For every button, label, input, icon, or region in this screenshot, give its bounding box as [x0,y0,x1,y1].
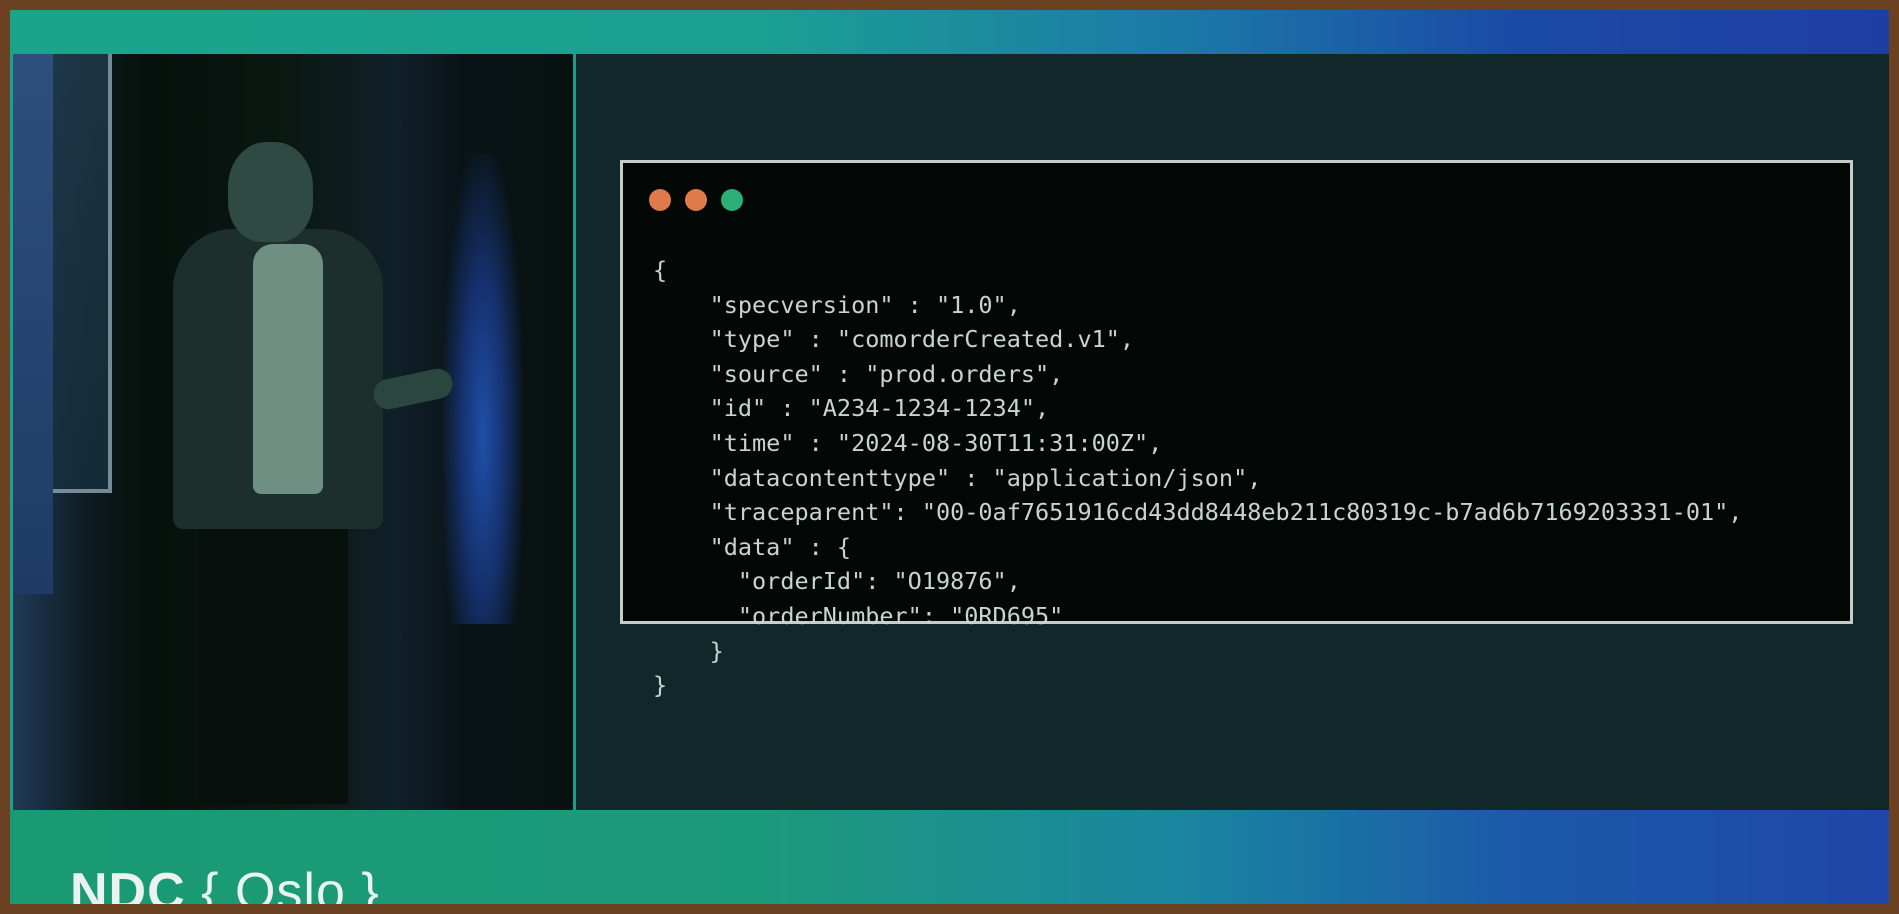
speaker-legs [198,524,348,804]
json-code-block: { "specversion" : "1.0", "type" : "comor… [653,253,1742,703]
code-line: "specversion" : "1.0", [653,290,1021,319]
code-line: "orderId": "O19876", [653,567,1021,596]
code-line: "id" : "A234-1234-1234", [653,394,1050,423]
stage-curtain-light [443,154,523,624]
maximize-dot-icon [721,189,743,211]
brand-brace-open: { [201,863,235,904]
top-gradient-band [10,10,1889,54]
code-line: } [653,636,724,665]
code-line: "orderNumber": "0RD695" [653,601,1064,630]
code-line: } [653,671,668,700]
code-line: "datacontenttype" : "application/json", [653,463,1262,492]
minimize-dot-icon [685,189,707,211]
brand-brace-close: } [345,863,380,904]
code-line: "type" : "comorderCreated.v1", [653,325,1135,354]
code-line: "source" : "prod.orders", [653,359,1064,388]
code-line: "data" : { [653,532,852,561]
brand-city: Oslo [234,863,346,904]
close-dot-icon [649,189,671,211]
code-line: "traceparent": "00-0af7651916cd43dd8448e… [653,498,1743,527]
code-line: { [653,256,668,284]
speaker-shirt [253,244,323,494]
speaker-head [228,142,313,242]
speaker-video [13,54,576,810]
code-line: "time" : "2024-08-30T11:31:00Z", [653,428,1163,457]
projection-screen-edge [53,54,112,493]
window-controls [649,189,743,211]
presentation-slide: { "specversion" : "1.0", "type" : "comor… [576,54,1889,810]
conference-logo: NDC { Oslo } [70,862,380,904]
code-window: { "specversion" : "1.0", "type" : "comor… [620,160,1853,699]
video-frame: { "specversion" : "1.0", "type" : "comor… [10,10,1889,904]
brand-name: NDC [70,863,186,904]
projection-screen [13,54,53,594]
